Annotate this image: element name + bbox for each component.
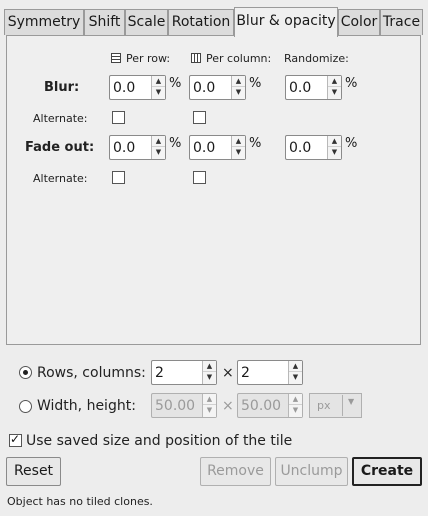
tab-trace[interactable]: Trace	[380, 9, 423, 35]
blur-per-row-spin[interactable]: 0.0 ▲ ▼	[109, 75, 166, 100]
rows-value: 2	[155, 365, 164, 381]
use-saved-checkbox[interactable]	[9, 432, 22, 447]
unit-value: px	[317, 399, 331, 412]
dropdown-arrow-icon: ▼	[348, 397, 355, 406]
spin-down-icon[interactable]: ▼	[203, 405, 216, 416]
width-height-label: Width, height:	[37, 398, 136, 414]
unclump-button[interactable]: Unclump	[275, 457, 348, 486]
fade-randomize-value: 0.0	[289, 140, 312, 156]
spin-up-icon[interactable]: ▲	[328, 136, 341, 147]
unit-dropdown[interactable]: px ▼	[309, 393, 362, 418]
spin-up-icon[interactable]: ▲	[203, 361, 216, 372]
fade-alternate-label: Alternate:	[33, 172, 88, 185]
columns-spin[interactable]: 2 ▲ ▼	[237, 360, 303, 385]
per-row-header: Per row:	[126, 52, 171, 65]
spin-down-icon[interactable]: ▼	[289, 405, 302, 416]
height-spin[interactable]: 50.00 ▲ ▼	[237, 393, 303, 418]
tab-symmetry[interactable]: Symmetry	[4, 9, 84, 35]
blur-alternate-column-checkbox[interactable]	[193, 111, 206, 124]
tab-blur-opacity[interactable]: Blur & opacity	[234, 7, 338, 37]
tab-scale[interactable]: Scale	[125, 9, 168, 35]
spin-up-icon[interactable]: ▲	[203, 394, 216, 405]
rows-spin[interactable]: 2 ▲ ▼	[151, 360, 217, 385]
per-column-icon	[191, 52, 201, 63]
spin-down-icon[interactable]: ▼	[203, 372, 216, 383]
spin-down-icon[interactable]: ▼	[232, 87, 245, 98]
blur-alternate-label: Alternate:	[33, 112, 88, 125]
tab-shift[interactable]: Shift	[84, 9, 125, 35]
randomize-header: Randomize:	[284, 52, 349, 65]
per-row-icon	[111, 52, 121, 63]
tab-color[interactable]: Color	[338, 9, 380, 35]
fade-per-column-value: 0.0	[193, 140, 216, 156]
spin-up-icon[interactable]: ▲	[289, 361, 302, 372]
width-value: 50.00	[155, 398, 196, 414]
fade-out-label: Fade out:	[25, 140, 95, 155]
fade-alternate-row-checkbox[interactable]	[112, 171, 125, 184]
spin-up-icon[interactable]: ▲	[232, 136, 245, 147]
spin-up-icon[interactable]: ▲	[328, 76, 341, 87]
fade-randomize-unit: %	[345, 136, 358, 151]
rows-columns-label: Rows, columns:	[37, 365, 146, 381]
rows-columns-radio[interactable]	[19, 366, 32, 379]
spin-down-icon[interactable]: ▼	[328, 147, 341, 158]
blur-randomize-spin[interactable]: 0.0 ▲ ▼	[285, 75, 342, 100]
per-column-header: Per column:	[206, 52, 272, 65]
spin-down-icon[interactable]: ▼	[152, 87, 165, 98]
use-saved-label: Use saved size and position of the tile	[26, 433, 293, 449]
times-sign-disabled: ×	[222, 398, 234, 414]
blur-randomize-unit: %	[345, 76, 358, 91]
create-button[interactable]: Create	[352, 457, 422, 486]
spin-down-icon[interactable]: ▼	[289, 372, 302, 383]
blur-alternate-row-checkbox[interactable]	[112, 111, 125, 124]
height-value: 50.00	[241, 398, 282, 414]
fade-per-row-spin[interactable]: 0.0 ▲ ▼	[109, 135, 166, 160]
spin-down-icon[interactable]: ▼	[328, 87, 341, 98]
tab-bar: Symmetry Shift Scale Rotation Blur & opa…	[4, 7, 424, 37]
spin-up-icon[interactable]: ▲	[152, 76, 165, 87]
blur-per-column-unit: %	[249, 76, 262, 91]
width-height-radio[interactable]	[19, 400, 32, 413]
fade-per-column-unit: %	[249, 136, 262, 151]
columns-value: 2	[241, 365, 250, 381]
fade-per-row-unit: %	[169, 136, 182, 151]
blur-per-column-spin[interactable]: 0.0 ▲ ▼	[189, 75, 246, 100]
spin-up-icon[interactable]: ▲	[152, 136, 165, 147]
width-spin[interactable]: 50.00 ▲ ▼	[151, 393, 217, 418]
remove-button[interactable]: Remove	[200, 457, 271, 486]
spin-up-icon[interactable]: ▲	[232, 76, 245, 87]
fade-per-row-value: 0.0	[113, 140, 136, 156]
spin-down-icon[interactable]: ▼	[232, 147, 245, 158]
blur-randomize-value: 0.0	[289, 80, 312, 96]
tab-rotation[interactable]: Rotation	[168, 9, 234, 35]
spin-down-icon[interactable]: ▼	[152, 147, 165, 158]
times-sign: ×	[222, 365, 234, 381]
spin-up-icon[interactable]: ▲	[289, 394, 302, 405]
blur-per-row-unit: %	[169, 76, 182, 91]
fade-per-column-spin[interactable]: 0.0 ▲ ▼	[189, 135, 246, 160]
status-text: Object has no tiled clones.	[7, 495, 153, 508]
fade-randomize-spin[interactable]: 0.0 ▲ ▼	[285, 135, 342, 160]
blur-label: Blur:	[44, 80, 80, 95]
blur-per-row-value: 0.0	[113, 80, 136, 96]
reset-button[interactable]: Reset	[6, 457, 61, 486]
blur-per-column-value: 0.0	[193, 80, 216, 96]
fade-alternate-column-checkbox[interactable]	[193, 171, 206, 184]
